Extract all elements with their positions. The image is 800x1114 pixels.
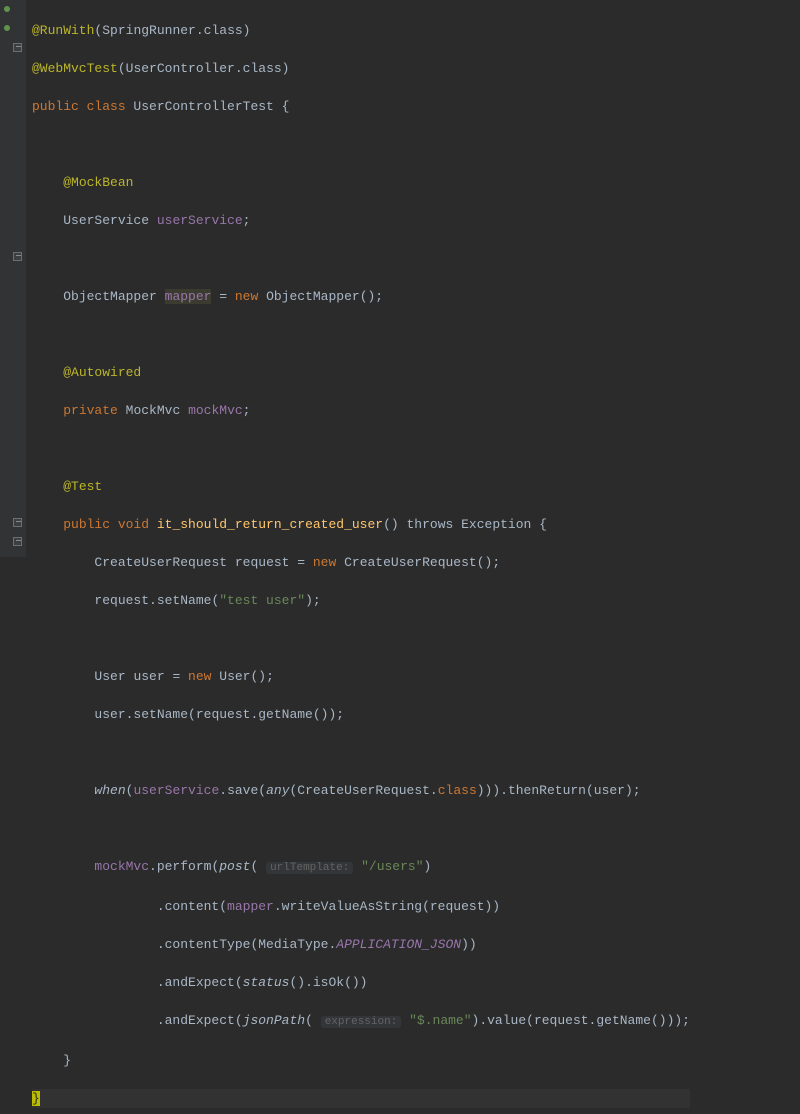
field: userService (157, 213, 243, 228)
keyword: public class (32, 99, 133, 114)
annotation: @Test (63, 479, 102, 494)
fold-toggle-icon[interactable] (13, 252, 22, 261)
code-editor[interactable]: @RunWith(SpringRunner.class) @WebMvcTest… (26, 0, 698, 557)
fold-end-icon[interactable] (13, 518, 22, 527)
constant: APPLICATION_JSON (336, 937, 461, 952)
editor-gutter (0, 0, 26, 557)
class-name: UserControllerTest (133, 99, 273, 114)
field: mockMvc (188, 403, 243, 418)
fold-toggle-icon[interactable] (13, 43, 22, 52)
annotation: @RunWith (32, 23, 94, 38)
caret-line: } (32, 1089, 690, 1108)
caret: } (32, 1091, 40, 1106)
annotation: @Autowired (63, 365, 141, 380)
method-name: it_should_return_created_user (157, 517, 383, 532)
field-highlighted: mapper (165, 289, 212, 304)
string-literal: "test user" (219, 593, 305, 608)
green-indicator-icon (4, 6, 10, 12)
annotation: @WebMvcTest (32, 61, 118, 76)
fold-end-icon[interactable] (13, 537, 22, 546)
annotation: @MockBean (63, 175, 133, 190)
parameter-hint: expression: (321, 1016, 402, 1028)
parameter-hint: urlTemplate: (266, 862, 353, 874)
green-indicator-icon (4, 25, 10, 31)
